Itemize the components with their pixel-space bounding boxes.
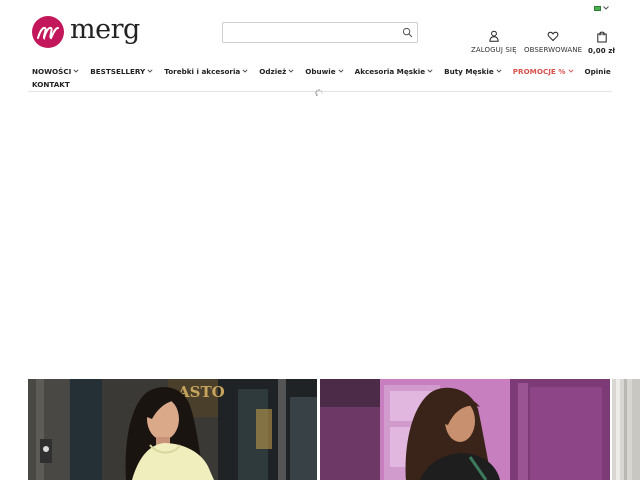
logo-mark xyxy=(32,16,64,48)
nav-item-opinie[interactable]: Opinie xyxy=(585,67,611,76)
nav-item-kontakt[interactable]: KONTAKT xyxy=(32,80,70,89)
heart-icon xyxy=(547,31,559,42)
nav-item-buty-meskie[interactable]: Buty Męskie xyxy=(444,67,502,76)
nav-item-obuwie[interactable]: Obuwie xyxy=(305,66,344,76)
user-icon xyxy=(489,30,499,42)
brand-name: merg xyxy=(70,13,140,45)
chevron-down-icon xyxy=(288,69,294,73)
search-input[interactable] xyxy=(223,26,397,46)
chevron-down-icon xyxy=(147,69,153,73)
nav-item-label: Torebki i akcesoria xyxy=(164,66,241,76)
nav-item-label: KONTAKT xyxy=(32,79,70,89)
nav-item-torebki[interactable]: Torebki i akcesoria xyxy=(164,67,248,76)
nav-item-label: Buty Męskie xyxy=(444,66,494,76)
main-navigation: NOWOŚCI BESTSELLERY Torebki i akcesoria … xyxy=(32,66,622,92)
promo-banner-3[interactable] xyxy=(612,379,640,480)
nav-item-odziez[interactable]: Odzież xyxy=(259,67,294,76)
login-label: ZALOGUJ SIĘ xyxy=(471,46,517,54)
nav-item-label: Opinie xyxy=(584,66,611,76)
cart-total: 0,00 zł xyxy=(588,47,616,55)
nav-item-nowosci[interactable]: NOWOŚCI xyxy=(32,67,79,76)
language-selector[interactable] xyxy=(594,5,610,11)
nav-item-label: Odzież xyxy=(259,66,287,76)
brand-logo[interactable]: merg xyxy=(32,16,140,48)
nav-item-label: BESTSELLERY xyxy=(90,66,146,76)
wishlist-label: OBSERWOWANE xyxy=(524,46,583,54)
chevron-down-icon xyxy=(427,69,433,73)
cart-button[interactable]: 0,00 zł xyxy=(588,30,615,55)
loading-spinner-icon xyxy=(315,89,323,96)
search-box[interactable] xyxy=(222,22,418,46)
nav-row: NOWOŚCI BESTSELLERY Torebki i akcesoria … xyxy=(32,66,622,76)
promo-banner-2[interactable] xyxy=(320,379,610,480)
nav-item-label: Akcesoria Męskie xyxy=(354,66,426,76)
nav-item-label: PROMOCJE % xyxy=(512,66,566,76)
nav-item-label: Obuwie xyxy=(305,66,336,76)
chevron-down-icon xyxy=(73,69,79,73)
nav-row: KONTAKT xyxy=(32,79,622,89)
wishlist-button[interactable]: OBSERWOWANE xyxy=(524,30,582,54)
flag-icon xyxy=(594,5,601,11)
search-icon[interactable] xyxy=(402,27,413,38)
chevron-down-icon xyxy=(567,69,574,73)
nav-item-label: NOWOŚCI xyxy=(32,66,72,76)
chevron-down-icon xyxy=(338,69,344,73)
nav-item-akcesoria-meskie[interactable]: Akcesoria Męskie xyxy=(355,67,433,76)
nav-item-promocje[interactable]: PROMOCJE % xyxy=(513,67,574,76)
chevron-down-icon xyxy=(603,6,609,10)
nav-item-bestsellery[interactable]: BESTSELLERY xyxy=(90,67,153,76)
login-button[interactable]: ZALOGUJ SIĘ xyxy=(471,30,517,54)
chevron-down-icon xyxy=(496,69,502,73)
shopping-bag-icon xyxy=(596,31,607,43)
banner-photo xyxy=(320,379,610,480)
promo-banner-1[interactable]: ASTO xyxy=(28,379,317,480)
banner-photo xyxy=(612,379,640,480)
chevron-down-icon xyxy=(242,69,248,73)
banner-photo: ASTO xyxy=(28,379,317,480)
